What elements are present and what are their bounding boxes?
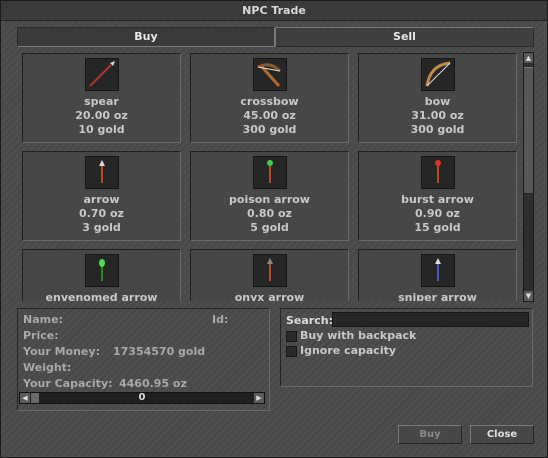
tab-sell-label: Sell bbox=[393, 30, 416, 43]
spear-icon bbox=[85, 58, 119, 91]
window-title[interactable]: NPC Trade bbox=[1, 1, 547, 21]
item-price: 5 gold bbox=[250, 221, 289, 234]
amount-increase-icon[interactable]: ▶ bbox=[254, 393, 264, 403]
ignore-capacity-label[interactable]: Ignore capacity bbox=[300, 344, 396, 357]
npc-trade-window: NPC Trade Buy Sell spear 20.00 oz 10 gol… bbox=[0, 0, 548, 458]
item-price: 3 gold bbox=[82, 221, 121, 234]
item-name: envenomed arrow bbox=[45, 291, 158, 301]
item-cell-onyx-arrow[interactable]: onyx arrow bbox=[190, 249, 349, 301]
onyx-arrow-icon bbox=[253, 254, 287, 287]
item-weight: 0.80 oz bbox=[247, 207, 292, 220]
poison-arrow-icon bbox=[253, 156, 287, 189]
item-cell-arrow[interactable]: arrow 0.70 oz 3 gold bbox=[22, 151, 181, 241]
close-button[interactable]: Close bbox=[470, 425, 534, 444]
item-name: spear bbox=[84, 95, 119, 108]
close-button-label: Close bbox=[486, 429, 518, 440]
item-cell-crossbow[interactable]: crossbow 45.00 oz 300 gold bbox=[190, 53, 349, 143]
scroll-up-icon[interactable]: ▲ bbox=[524, 53, 533, 63]
item-weight: 45.00 oz bbox=[243, 109, 296, 122]
item-cell-poison-arrow[interactable]: poison arrow 0.80 oz 5 gold bbox=[190, 151, 349, 241]
search-label: Search: bbox=[286, 314, 333, 327]
item-name: poison arrow bbox=[229, 193, 310, 206]
item-name: onyx arrow bbox=[234, 291, 305, 301]
buy-with-backpack-label[interactable]: Buy with backpack bbox=[300, 329, 416, 342]
tab-buy-label: Buy bbox=[134, 30, 158, 43]
item-cell-spear[interactable]: spear 20.00 oz 10 gold bbox=[22, 53, 181, 143]
burst-arrow-icon bbox=[421, 156, 455, 189]
item-weight: 31.00 oz bbox=[411, 109, 464, 122]
item-weight: 20.00 oz bbox=[75, 109, 128, 122]
item-price: 15 gold bbox=[414, 221, 461, 234]
item-price: 300 gold bbox=[410, 123, 465, 136]
id-label: Id: bbox=[212, 313, 229, 326]
item-weight: 0.90 oz bbox=[415, 207, 460, 220]
search-input[interactable] bbox=[332, 312, 529, 327]
item-name: burst arrow bbox=[401, 193, 474, 206]
tab-sell[interactable]: Sell bbox=[275, 27, 534, 47]
amount-slider[interactable]: ◀ 0 ▶ bbox=[19, 392, 265, 404]
item-grid-scrollbar[interactable]: ▲ ▼ bbox=[523, 52, 534, 302]
buy-button[interactable]: Buy bbox=[398, 425, 462, 444]
capacity-label: Your Capacity: bbox=[23, 377, 113, 390]
envenomed-arrow-icon bbox=[85, 254, 119, 287]
name-label: Name: bbox=[23, 313, 63, 326]
tab-buy[interactable]: Buy bbox=[17, 27, 275, 47]
item-cell-burst-arrow[interactable]: burst arrow 0.90 oz 15 gold bbox=[358, 151, 517, 241]
item-grid: spear 20.00 oz 10 gold crossbow 45.00 oz… bbox=[17, 50, 520, 301]
ignore-capacity-checkbox[interactable] bbox=[286, 346, 297, 357]
scrollbar-thumb[interactable] bbox=[524, 67, 533, 194]
price-label: Price: bbox=[23, 329, 59, 342]
money-label: Your Money: bbox=[23, 345, 100, 358]
weight-label: Weight: bbox=[23, 361, 72, 374]
item-price: 10 gold bbox=[78, 123, 125, 136]
scroll-down-icon[interactable]: ▼ bbox=[524, 291, 533, 301]
item-name: crossbow bbox=[240, 95, 299, 108]
item-price: 300 gold bbox=[242, 123, 297, 136]
item-cell-envenomed-arrow[interactable]: envenomed arrow bbox=[22, 249, 181, 301]
item-cell-bow[interactable]: bow 31.00 oz 300 gold bbox=[358, 53, 517, 143]
item-name: arrow bbox=[83, 193, 120, 206]
arrow-icon bbox=[85, 156, 119, 189]
amount-value: 0 bbox=[138, 392, 146, 403]
sniper-arrow-icon bbox=[421, 254, 455, 287]
bow-icon bbox=[421, 58, 455, 91]
buy-button-label: Buy bbox=[419, 429, 441, 440]
capacity-value: 4460.95 oz bbox=[119, 377, 187, 390]
crossbow-icon bbox=[253, 58, 287, 91]
money-value: 17354570 gold bbox=[113, 345, 206, 358]
item-name: sniper arrow bbox=[398, 291, 477, 301]
item-name: bow bbox=[424, 95, 451, 108]
buy-with-backpack-checkbox[interactable] bbox=[286, 331, 297, 342]
item-cell-sniper-arrow[interactable]: sniper arrow bbox=[358, 249, 517, 301]
item-weight: 0.70 oz bbox=[79, 207, 124, 220]
